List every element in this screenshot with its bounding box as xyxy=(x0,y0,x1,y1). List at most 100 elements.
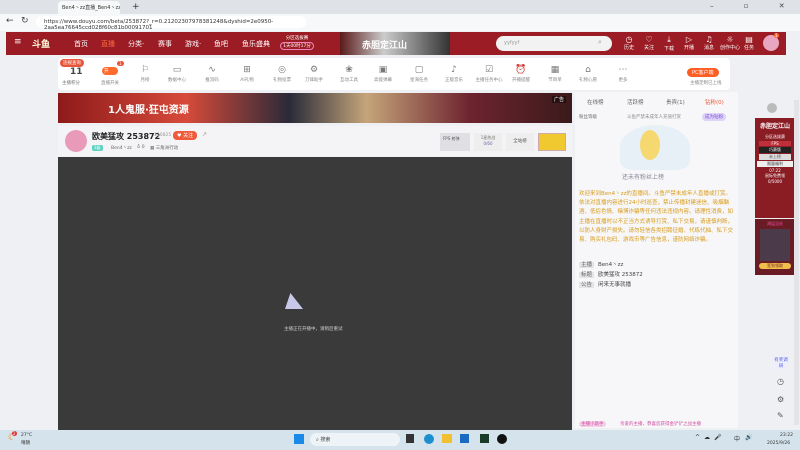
explorer-icon[interactable] xyxy=(442,434,452,443)
fps-badge[interactable]: FPS 射弹 xyxy=(440,133,470,151)
tool-ai-gift[interactable]: ⊞ AI礼物 xyxy=(230,65,264,83)
tool-reminder[interactable]: ⏰ 开播提醒 xyxy=(504,65,538,83)
nav-banner[interactable]: 赤胆定江山 xyxy=(340,32,450,55)
tool-monthly-rank[interactable]: ⚐ 月榜 xyxy=(128,65,162,83)
side-ad-c: 巧赛版 xyxy=(759,147,791,153)
promo-countdown[interactable]: 分区选拔赛 1天00时17分 xyxy=(280,35,314,50)
nav-events[interactable]: 赛事 xyxy=(158,39,172,49)
messages-button[interactable]: ♫ 消息 xyxy=(700,35,718,51)
violation-badge[interactable]: 违规查询 xyxy=(60,59,84,67)
tab-vip[interactable]: 贵宾(1) xyxy=(666,98,685,106)
score-value: 11 xyxy=(70,67,83,77)
back-icon[interactable]: ← xyxy=(6,16,14,26)
refresh-icon[interactable]: ↻ xyxy=(21,16,29,26)
schedule-icon: ▦ xyxy=(550,65,560,75)
tool-danmaku[interactable]: ▣ 高能弹幕 xyxy=(366,65,400,83)
new-tab-icon[interactable]: + xyxy=(132,2,140,12)
become-fan-button[interactable]: 成为钻粉 xyxy=(702,113,726,121)
nav-games[interactable]: 游戏· xyxy=(185,39,201,49)
history-button[interactable]: ◷ 历史 xyxy=(620,35,638,51)
taskview-icon[interactable] xyxy=(406,434,414,443)
tool-blade-assistant[interactable]: ⚙ 刀锋助手 xyxy=(297,65,331,83)
edge-icon[interactable] xyxy=(424,434,434,444)
tray-icons[interactable]: ^☁🎤 xyxy=(695,434,726,441)
streamer-avatar[interactable] xyxy=(65,130,87,152)
browser-tab[interactable]: Ben4丶zz直播_Ben4丶zz直播_Ben4丶 xyxy=(58,1,120,14)
ime-indicator[interactable]: 中 xyxy=(734,434,740,443)
follow-button[interactable]: ♥ 关注 xyxy=(173,131,198,140)
weather-desc: 晴朗 xyxy=(21,441,30,446)
collapse-icon[interactable] xyxy=(767,103,777,113)
tool-more[interactable]: ⋯ 更多 xyxy=(606,65,640,83)
start-icon[interactable] xyxy=(294,434,304,444)
store-icon[interactable] xyxy=(460,434,469,443)
creator-center-button[interactable]: ☼ 创作中心 xyxy=(718,35,742,51)
tool-stream-key[interactable]: ∿ 推流码 xyxy=(195,65,229,83)
site-rank-button[interactable]: 全站榜 xyxy=(506,133,534,151)
history-side-icon[interactable]: ◷ xyxy=(777,377,784,386)
nav-fishbar[interactable]: 鱼吧 xyxy=(214,39,228,49)
tool-task-center[interactable]: ☑ 主播任务中心 xyxy=(469,65,509,83)
settings-icon[interactable]: ⚙ xyxy=(777,395,784,404)
tool-music[interactable]: ♪ 正版音乐 xyxy=(437,65,471,83)
tool-live-switch[interactable]: 直播开关 xyxy=(101,80,119,86)
search-input[interactable]: yyfyyf xyxy=(496,36,612,51)
side-ad-h: 0/5000 xyxy=(767,179,783,184)
menu-icon[interactable]: ≡ xyxy=(14,37,22,47)
nav-home[interactable]: 首页 xyxy=(74,39,88,49)
url-input[interactable]: https://www.douyu.com/beta/253872?_r=0.2… xyxy=(36,16,306,31)
tool-star-task[interactable]: ▢ 星海任务 xyxy=(402,65,436,83)
video-player[interactable] xyxy=(58,157,572,430)
nav-festival[interactable]: 鱼乐盛典 xyxy=(242,39,270,49)
ad-banner[interactable]: 1人鬼服·狂屯资源 广告 xyxy=(58,93,572,123)
survey-button[interactable]: 有奖调研 xyxy=(774,357,788,369)
edit-icon[interactable]: ✎ xyxy=(777,411,784,420)
live-badge: 1 xyxy=(117,61,124,66)
broadcast-button[interactable]: ▷ 开播 xyxy=(680,35,698,51)
clock-date[interactable]: 2025/9/26 xyxy=(767,441,790,446)
volume-icon[interactable]: 🔊 xyxy=(745,434,752,441)
checkin-button[interactable]: 签到领取 xyxy=(759,263,791,269)
steam-icon[interactable] xyxy=(497,434,507,444)
tool-schedule[interactable]: ▦ 节目单 xyxy=(538,65,572,83)
tab-diamond-fans[interactable]: 钻粉(0) xyxy=(705,98,724,106)
checklist-icon: ☑ xyxy=(484,65,494,75)
share-icon[interactable]: ↗ xyxy=(202,131,207,138)
download-icon: ⤓ xyxy=(667,35,671,44)
heart-icon: ♡ xyxy=(645,35,653,44)
side-ad-b: FPS xyxy=(759,141,791,146)
taskbar-search[interactable]: ⌕ 搜索 xyxy=(310,433,400,446)
tab-online-rank[interactable]: 在线榜 xyxy=(587,98,604,106)
search-icon[interactable]: ⌕ xyxy=(598,38,602,47)
promo-time: 1天00时17分 xyxy=(280,42,314,50)
promo-badge[interactable] xyxy=(538,133,566,151)
logo[interactable]: 斗鱼 xyxy=(32,37,50,50)
app-icon[interactable] xyxy=(480,434,489,443)
tool-gift-vote[interactable]: ◎ 礼物投票 xyxy=(265,65,299,83)
streamer-name[interactable]: Ben4丶zz xyxy=(111,145,132,151)
tab-active-rank[interactable]: 活跃榜 xyxy=(627,98,644,106)
tool-interaction[interactable]: ❀ 互动工具 xyxy=(332,65,366,83)
nav-live[interactable]: 直播 xyxy=(101,39,115,49)
side-ad-checkin[interactable]: 鸿运当头 签到领取 xyxy=(755,219,795,275)
weather-badge: 2 xyxy=(12,431,17,436)
clock-icon: ◷ xyxy=(625,35,633,44)
side-ad-event[interactable]: 赤胆定江山 分区选拔赛 FPS 巧赛版 未上榜 限量福利 07:22 鼠标免费领… xyxy=(755,118,795,218)
monitor-icon: ▭ xyxy=(172,65,182,75)
fans-rank[interactable]: 1星热战 0/60 xyxy=(474,133,502,151)
scrollbar[interactable] xyxy=(794,100,799,425)
tasks-button[interactable]: ▤ 任务 xyxy=(740,35,758,51)
clock-time[interactable]: 23:22 xyxy=(780,433,793,438)
tool-gift-wish[interactable]: ⌂ 礼物心愿 xyxy=(571,65,605,83)
info-announcement: 公告 闲来无事就播 xyxy=(579,282,632,288)
tool-data-center[interactable]: ▭ 数据中心 xyxy=(160,65,194,83)
pc-client-button[interactable]: PC客户端 xyxy=(687,68,719,77)
window-controls[interactable]: – ▫ ✕ xyxy=(710,2,799,10)
live-toggle[interactable]: 开 xyxy=(102,67,118,75)
nav-category[interactable]: 分类· xyxy=(128,39,144,49)
bell-icon: ♫ xyxy=(705,35,713,44)
download-button[interactable]: ⤓ 下载 xyxy=(660,35,678,52)
follow-button[interactable]: ♡ 关注 xyxy=(640,35,658,51)
game-category[interactable]: ▦ 三角洲行动 xyxy=(150,145,178,151)
room-notice: 欢迎来到Ben4丶zz的直播间。斗鱼严禁未成年人直播或打赏。依法对直播内容进行2… xyxy=(579,191,734,244)
